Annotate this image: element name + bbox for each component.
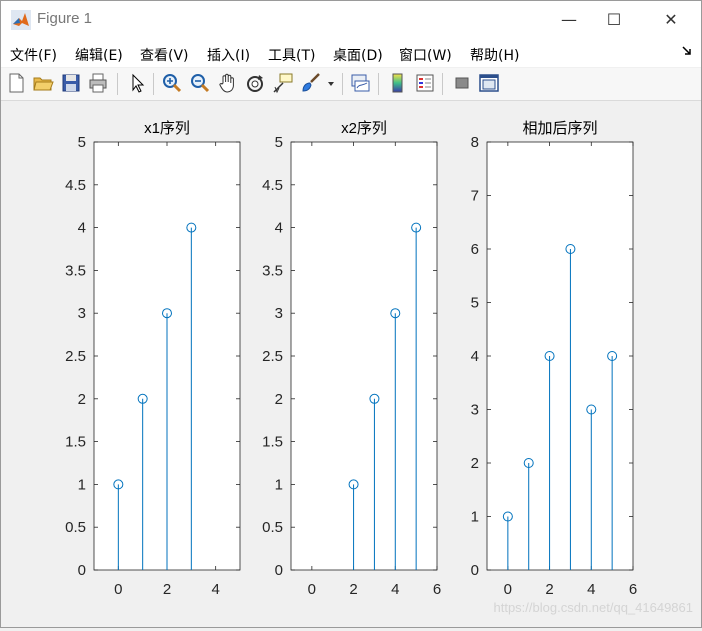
- y-tick-label: 1: [471, 509, 479, 526]
- menu-overflow-arrow-icon[interactable]: [681, 45, 693, 57]
- y-tick-label: 7: [471, 188, 479, 205]
- y-tick-label: 1: [275, 476, 283, 493]
- y-tick-label: 6: [471, 241, 479, 258]
- figure-canvas: 0 0.5 1 1.5 2 2.5 3 3.5 4 4.5 5 0 2 4 x1序列 0 0.5 1 1.5 2 2.5…: [1, 101, 701, 627]
- menu-tools[interactable]: 工具(T): [268, 45, 315, 65]
- x-tick-label: 2: [545, 581, 553, 598]
- toolbar-separator: [378, 73, 379, 95]
- y-tick-label: 3.5: [262, 262, 283, 279]
- y-tick-label: 3: [78, 305, 86, 322]
- y-tick-label: 3: [471, 402, 479, 419]
- open-file-icon[interactable]: [32, 72, 54, 94]
- link-plot-icon[interactable]: [349, 72, 371, 94]
- y-tick-label: 0: [471, 562, 479, 579]
- menu-insert[interactable]: 插入(I): [207, 45, 250, 65]
- y-tick-label: 5: [471, 295, 479, 312]
- toolbar-separator: [153, 73, 154, 95]
- maximize-button[interactable]: ☐: [591, 1, 637, 39]
- axes-title: x1序列: [144, 120, 190, 137]
- axes-title: 相加后序列: [522, 120, 597, 137]
- y-tick-label: 3: [275, 305, 283, 322]
- zoom-in-icon[interactable]: [161, 72, 183, 94]
- toolbar-separator: [342, 73, 343, 95]
- edit-plot-arrow-icon[interactable]: [126, 72, 148, 94]
- title-bar: Figure 1 — ☐ ✕: [1, 1, 701, 39]
- y-tick-label: 4: [275, 220, 283, 237]
- y-tick-label: 0.5: [262, 519, 283, 536]
- x-tick-label: 4: [587, 581, 595, 598]
- y-tick-label: 2.5: [65, 348, 86, 365]
- axes-title: x2序列: [341, 120, 387, 137]
- colorbar-icon[interactable]: [386, 72, 408, 94]
- brush-icon[interactable]: [299, 72, 321, 94]
- close-button[interactable]: ✕: [648, 1, 694, 39]
- x-tick-label: 6: [433, 581, 441, 598]
- menu-desktop[interactable]: 桌面(D): [333, 45, 383, 65]
- y-tick-label: 0: [275, 562, 283, 579]
- figure-window: Figure 1 — ☐ ✕ 文件(F) 编辑(E) 查看(V) 插入(I) 工…: [0, 0, 702, 628]
- y-tick-label: 2: [275, 391, 283, 408]
- hide-plot-tools-icon[interactable]: [451, 72, 473, 94]
- menu-bar: 文件(F) 编辑(E) 查看(V) 插入(I) 工具(T) 桌面(D) 窗口(W…: [1, 39, 701, 67]
- y-tick-label: 5: [78, 134, 86, 151]
- print-icon[interactable]: [87, 72, 109, 94]
- legend-icon[interactable]: [414, 72, 436, 94]
- x-tick-label: 6: [629, 581, 637, 598]
- y-tick-label: 4: [471, 348, 479, 365]
- axes-3: 0 1 2 3 4 5 6 7 8 0 2 4 6 相加后序列: [471, 120, 638, 598]
- y-tick-label: 4.5: [65, 177, 86, 194]
- window-title: Figure 1: [37, 10, 93, 27]
- pan-hand-icon[interactable]: [217, 72, 239, 94]
- y-tick-label: 8: [471, 134, 479, 151]
- x-tick-label: 4: [211, 581, 219, 598]
- y-tick-label: 2.5: [262, 348, 283, 365]
- data-cursor-icon[interactable]: [271, 72, 293, 94]
- x-tick-label: 4: [391, 581, 399, 598]
- menu-edit[interactable]: 编辑(E): [75, 45, 123, 65]
- menu-help[interactable]: 帮助(H): [470, 45, 519, 65]
- x-tick-label: 2: [349, 581, 357, 598]
- y-tick-label: 2: [78, 391, 86, 408]
- menu-view[interactable]: 查看(V): [140, 45, 189, 65]
- y-tick-label: 4.5: [262, 177, 283, 194]
- axes-2: 0 0.5 1 1.5 2 2.5 3 3.5 4 4.5 5 0 2 4 6 x2序列: [262, 120, 441, 598]
- axes-1: 0 0.5 1 1.5 2 2.5 3 3.5 4 4.5 5 0 2 4 x1序列: [65, 120, 241, 598]
- x-tick-label: 2: [163, 581, 171, 598]
- x-tick-label: 0: [308, 581, 316, 598]
- plots-svg: 0 0.5 1 1.5 2 2.5 3 3.5 4 4.5 5 0 2 4 x1序列 0 0.5 1 1.5 2 2.5…: [65, 120, 638, 598]
- y-tick-label: 0.5: [65, 519, 86, 536]
- y-tick-label: 5: [275, 134, 283, 151]
- show-plot-tools-icon[interactable]: [478, 72, 500, 94]
- toolbar: [1, 68, 701, 101]
- y-tick-label: 1: [78, 476, 86, 493]
- menu-file[interactable]: 文件(F): [10, 45, 57, 65]
- menu-window[interactable]: 窗口(W): [399, 45, 452, 65]
- new-figure-icon[interactable]: [5, 72, 27, 94]
- y-tick-label: 0: [78, 562, 86, 579]
- brush-dropdown-icon[interactable]: [325, 72, 337, 94]
- toolbar-separator: [442, 73, 443, 95]
- axes-box: [290, 141, 438, 571]
- x-tick-label: 0: [504, 581, 512, 598]
- y-tick-label: 3.5: [65, 262, 86, 279]
- toolbar-separator: [117, 73, 118, 95]
- watermark: https://blog.csdn.net/qq_41649861: [493, 600, 694, 615]
- rotate-3d-icon[interactable]: [244, 72, 266, 94]
- y-tick-label: 4: [78, 220, 86, 237]
- zoom-out-icon[interactable]: [189, 72, 211, 94]
- minimize-button[interactable]: —: [546, 1, 592, 39]
- axes-box: [486, 141, 634, 571]
- y-tick-label: 1.5: [65, 434, 86, 451]
- y-tick-label: 2: [471, 455, 479, 472]
- x-tick-label: 0: [114, 581, 122, 598]
- matlab-logo-icon: [11, 10, 31, 30]
- save-icon[interactable]: [60, 72, 82, 94]
- y-tick-label: 1.5: [262, 434, 283, 451]
